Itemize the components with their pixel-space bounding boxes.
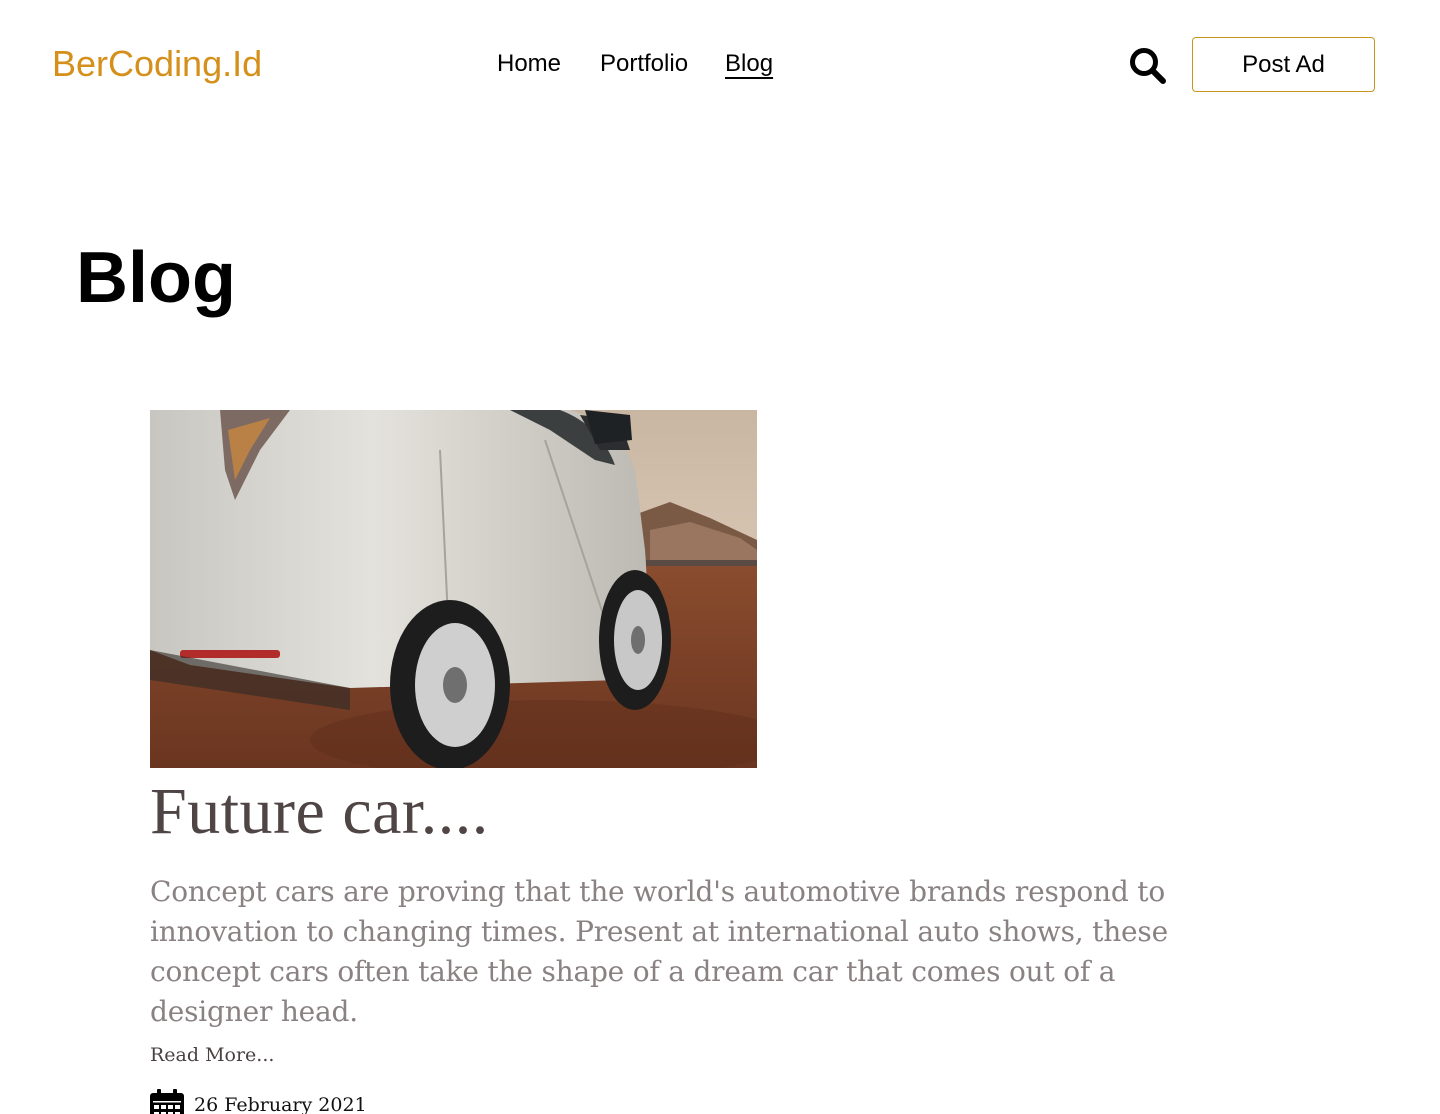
post-excerpt: Concept cars are proving that the world'… (150, 875, 1168, 1028)
calendar-icon (150, 1089, 184, 1114)
search-icon (1130, 48, 1166, 84)
post-image[interactable] (150, 410, 757, 768)
nav-portfolio[interactable]: Portfolio (600, 44, 688, 84)
page-title: Blog (76, 238, 236, 318)
post-date-text: 26 February 2021 (194, 1094, 367, 1114)
post-title[interactable]: Future car.... (150, 776, 1210, 848)
search-button[interactable] (1126, 44, 1170, 88)
site-logo[interactable]: BerCoding.Id (52, 40, 262, 88)
post-date: 26 February 2021 (150, 1088, 1210, 1114)
blog-post: Future car.... Concept cars are proving … (150, 410, 1210, 1114)
post-ad-button[interactable]: Post Ad (1192, 37, 1375, 92)
site-header: BerCoding.Id Home Portfolio Blog Post Ad (0, 0, 1440, 128)
car-photo (150, 410, 757, 768)
nav-blog[interactable]: Blog (725, 44, 773, 84)
page: BerCoding.Id Home Portfolio Blog Post Ad… (0, 0, 1440, 1114)
read-more-link[interactable]: Read More... (150, 1042, 274, 1068)
nav-home[interactable]: Home (497, 44, 561, 84)
